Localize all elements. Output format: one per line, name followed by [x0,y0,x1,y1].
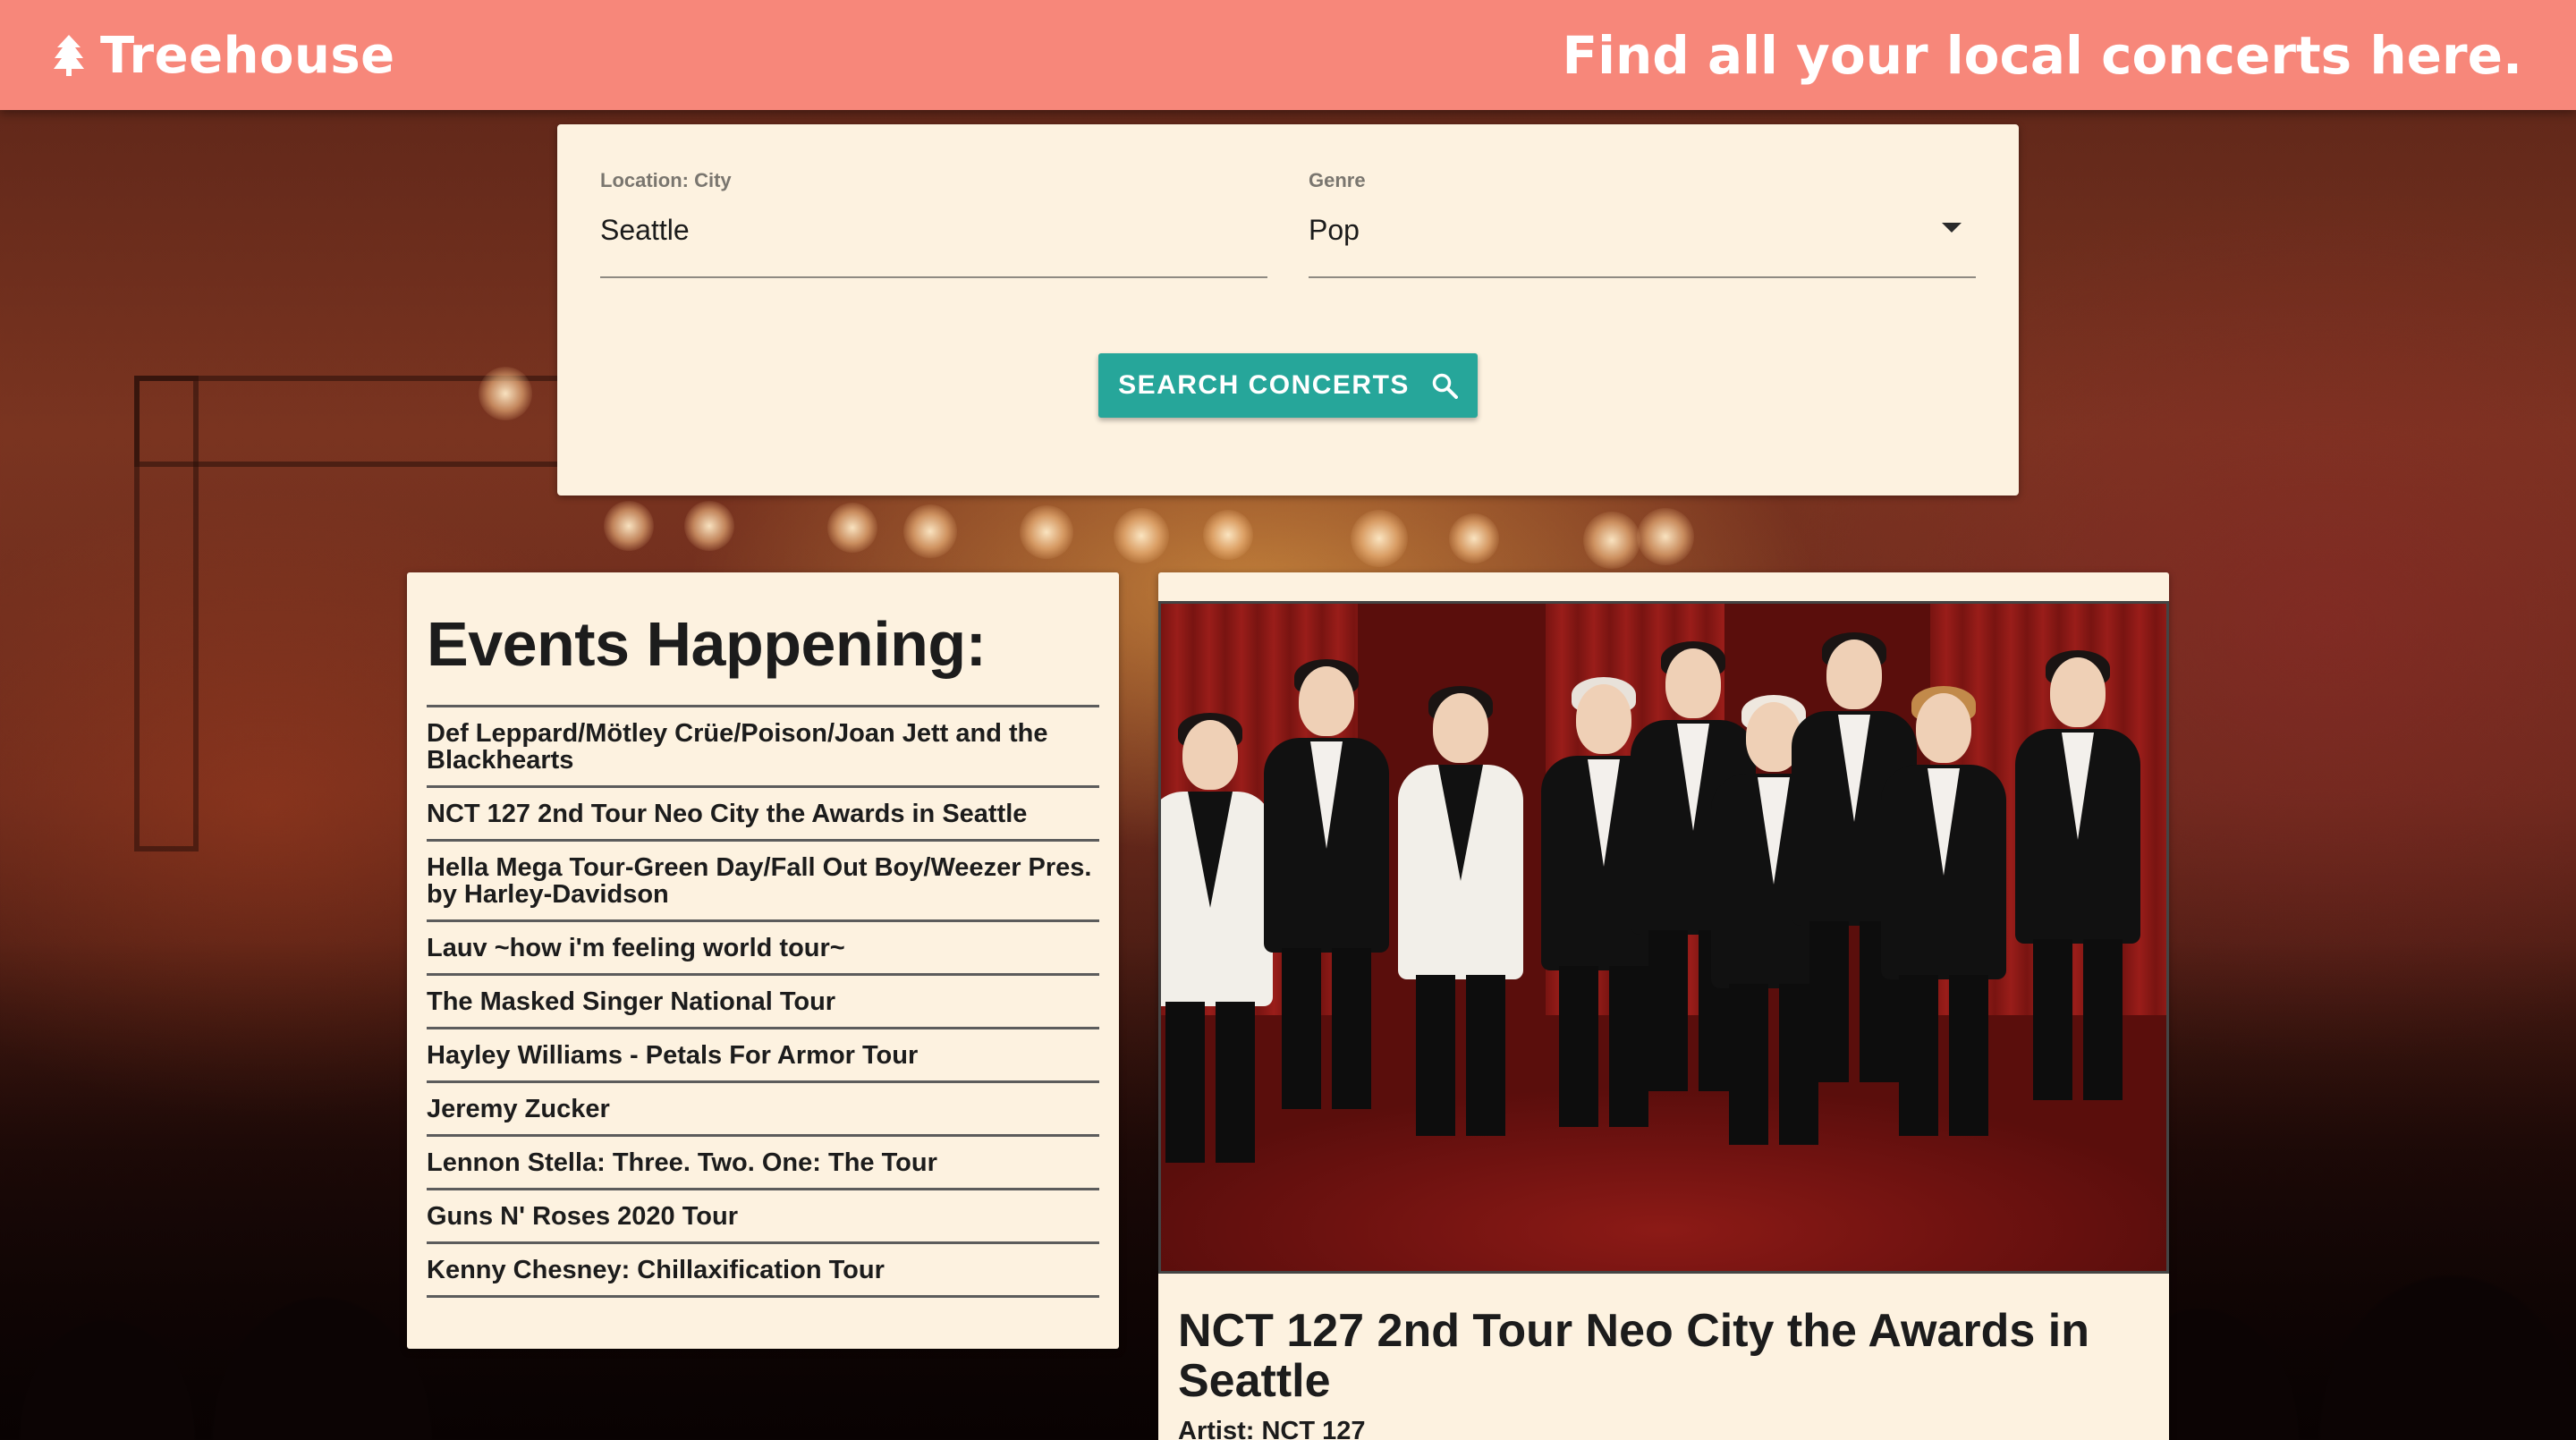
tree-icon [54,35,84,76]
stage-light [684,501,734,551]
photo-person [1259,659,1394,1203]
stage-light [604,501,654,551]
genre-select[interactable]: Genre Pop [1309,165,1976,278]
event-item[interactable]: Def Leppard/Mötley Crüe/Poison/Joan Jett… [427,707,1099,788]
stage-light [1449,513,1499,563]
brand-logo[interactable]: Treehouse [54,20,395,91]
event-item[interactable]: Kenny Chesney: Chillaxification Tour [427,1244,1099,1298]
stage-light [903,504,957,558]
city-field: Location: City [600,165,1267,278]
event-detail-card: NCT 127 2nd Tour Neo City the Awards in … [1158,572,2169,1440]
event-item[interactable]: Lauv ~how i'm feeling world tour~ [427,922,1099,976]
stage-light [827,503,877,553]
stage-light [1114,508,1169,563]
stage-light [1203,510,1253,560]
event-item[interactable]: Hayley Williams - Petals For Armor Tour [427,1029,1099,1083]
header-tagline: Find all your local concerts here. [1562,25,2522,86]
search-icon [1432,373,1458,399]
photo-person [1394,686,1528,1230]
photo-person [1877,686,2011,1230]
genre-label: Genre [1309,169,1366,191]
city-input[interactable] [600,214,1226,247]
event-photo [1158,601,2169,1274]
genre-selected-value: Pop [1309,214,1360,246]
stage-light [1351,510,1408,567]
event-item[interactable]: Guns N' Roses 2020 Tour [427,1190,1099,1244]
events-list-card: Events Happening: Def Leppard/Mötley Crü… [407,572,1119,1349]
search-concerts-button[interactable]: SEARCH CONCERTS [1098,353,1478,418]
event-item[interactable]: Lennon Stella: Three. Two. One: The Tour [427,1137,1099,1190]
stage-truss [134,376,199,851]
event-item[interactable]: Hella Mega Tour-Green Day/Fall Out Boy/W… [427,842,1099,922]
search-form-card: Location: City Genre Pop SEARCH CONCERTS [557,124,2019,496]
event-detail-title: NCT 127 2nd Tour Neo City the Awards in … [1178,1305,2089,1407]
events-heading: Events Happening: [427,609,987,679]
photo-person [2011,650,2145,1194]
stage-light [479,367,532,420]
caret-down-icon [1942,223,1962,233]
stage-light [1020,505,1073,559]
stage-light [1637,508,1694,565]
app-header: Treehouse Find all your local concerts h… [0,0,2576,110]
search-concerts-label: SEARCH CONCERTS [1118,370,1410,400]
events-list: Def Leppard/Mötley Crüe/Poison/Joan Jett… [427,705,1099,1298]
event-item[interactable]: The Masked Singer National Tour [427,976,1099,1029]
event-item[interactable]: Jeremy Zucker [427,1083,1099,1137]
brand-name: Treehouse [100,26,395,85]
event-detail-artist: Artist: NCT 127 [1178,1417,1366,1440]
city-label: Location: City [600,169,732,191]
stage-light [1583,512,1640,569]
event-item[interactable]: NCT 127 2nd Tour Neo City the Awards in … [427,788,1099,842]
